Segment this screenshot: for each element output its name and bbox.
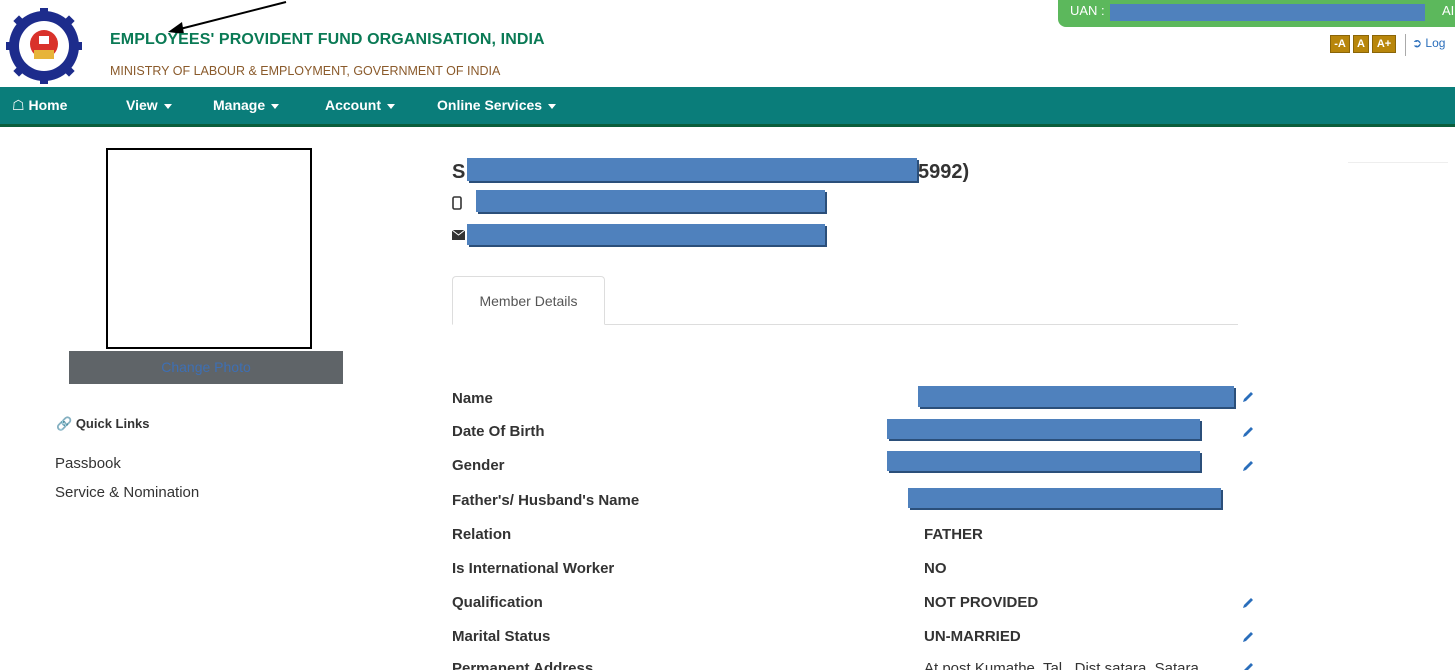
detail-label-relation: Relation (452, 526, 512, 543)
detail-label-name: Name (452, 390, 493, 407)
tab-member-details[interactable]: Member Details (452, 276, 605, 325)
link-icon: 🔗 (56, 416, 73, 431)
font-small-button[interactable]: -A (1330, 35, 1350, 53)
font-large-button[interactable]: A+ (1372, 35, 1396, 53)
logout-link[interactable]: ➲ Log (1405, 34, 1445, 56)
uan-suffix: AI (1442, 3, 1455, 18)
nav-home-label: Home (28, 97, 68, 113)
detail-value-permanent-address: At post Kumathe, Tal., Dist satara, Sata… (924, 660, 1199, 670)
nav-manage[interactable]: Manage (213, 97, 280, 113)
chevron-down-icon (163, 103, 172, 109)
member-name-suffix: 5992) (918, 161, 970, 183)
chevron-down-icon (271, 103, 280, 109)
detail-value-marital-status: UN-MARRIED (924, 628, 1021, 645)
nav-view[interactable]: View (126, 97, 172, 113)
mobile-redaction (476, 190, 825, 212)
divider (1348, 162, 1448, 163)
quick-links-title: 🔗 Quick Links (56, 416, 150, 432)
mobile-icon (452, 196, 462, 210)
member-name: S (452, 161, 465, 184)
chevron-down-icon (387, 103, 395, 109)
uan-redaction (1110, 4, 1425, 21)
nav-account[interactable]: Account (325, 97, 395, 113)
edit-pencil-icon[interactable] (1241, 425, 1255, 439)
org-subtitle: MINISTRY OF LABOUR & EMPLOYMENT, GOVERNM… (110, 64, 501, 78)
edit-pencil-icon[interactable] (1241, 596, 1255, 610)
detail-value-relation: FATHER (924, 526, 983, 543)
detail-label-qualification: Qualification (452, 594, 543, 611)
quick-link-service-nomination[interactable]: Service & Nomination (55, 484, 199, 501)
home-icon: ☖ (12, 97, 25, 113)
edit-pencil-icon[interactable] (1241, 661, 1255, 670)
detail-value-qualification: NOT PROVIDED (924, 594, 1039, 611)
nav-home[interactable]: ☖ Home (12, 97, 67, 114)
epfo-logo (6, 8, 82, 84)
father-name-redaction (908, 488, 1221, 508)
main-navbar: ☖ Home View Manage Account Online Servic… (0, 87, 1455, 127)
email-icon (452, 230, 465, 240)
edit-pencil-icon[interactable] (1241, 630, 1255, 644)
detail-label-international-worker: Is International Worker (452, 560, 615, 577)
member-name-initial: S (452, 161, 466, 183)
font-normal-button[interactable]: A (1353, 35, 1369, 53)
chevron-down-icon (548, 103, 557, 109)
detail-value-international-worker: NO (924, 560, 947, 577)
detail-label-father-husband-name: Father's/ Husband's Name (452, 492, 640, 509)
name-redaction (918, 386, 1234, 407)
uan-label: UAN : (1070, 3, 1105, 18)
edit-pencil-icon[interactable] (1241, 459, 1255, 473)
nav-manage-label: Manage (213, 97, 266, 113)
dob-redaction (887, 419, 1200, 439)
quick-link-passbook[interactable]: Passbook (55, 455, 121, 472)
nav-online-services[interactable]: Online Services (437, 97, 557, 113)
change-photo-button[interactable]: Change Photo (69, 351, 343, 384)
nav-view-label: View (126, 97, 158, 113)
email-redaction (467, 224, 825, 245)
gender-redaction (887, 451, 1200, 471)
edit-pencil-icon[interactable] (1241, 390, 1255, 404)
org-title: EMPLOYEES' PROVIDENT FUND ORGANISATION, … (110, 31, 545, 48)
detail-label-dob: Date Of Birth (452, 423, 545, 440)
detail-label-gender: Gender (452, 457, 505, 474)
logout-icon: ➲ (1412, 36, 1423, 50)
nav-online-services-label: Online Services (437, 97, 543, 113)
logout-label: Log (1425, 36, 1446, 50)
quick-links-label: Quick Links (75, 416, 150, 431)
profile-photo (106, 148, 312, 349)
detail-label-permanent-address: Permanent Address (452, 660, 594, 670)
detail-label-marital-status: Marital Status (452, 628, 551, 645)
member-name-redaction (467, 158, 917, 181)
nav-account-label: Account (325, 97, 381, 113)
